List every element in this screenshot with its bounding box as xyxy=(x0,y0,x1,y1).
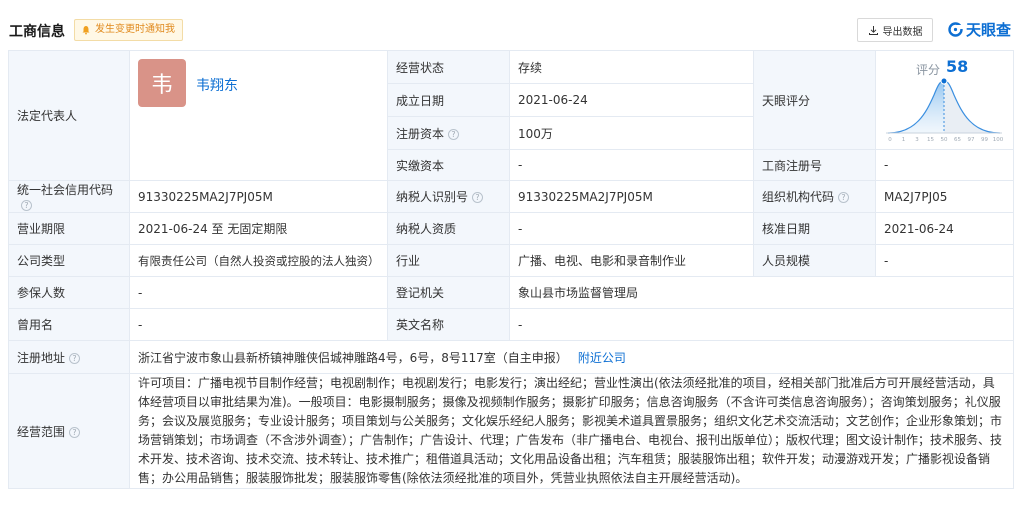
section-header: 工商信息 发生变更时通知我 导出数据 天眼查 xyxy=(0,0,1024,54)
avatar[interactable]: 韦 xyxy=(138,59,186,107)
established-value: 2021-06-24 xyxy=(509,83,754,117)
org-code-value: MA2J7PJ05 xyxy=(875,180,1014,213)
reg-capital-label-cell: 注册资本? xyxy=(387,116,510,150)
export-data-button[interactable]: 导出数据 xyxy=(857,18,933,42)
english-name-label: 英文名称 xyxy=(387,308,510,341)
score-tick-label: 1 xyxy=(902,137,906,143)
score-tick-label: 3 xyxy=(915,137,919,143)
industry-value: 广播、电视、电影和录音制作业 xyxy=(509,244,754,277)
bell-icon xyxy=(82,26,90,35)
taxpayer-id-label-cell: 纳税人识别号? xyxy=(387,180,510,213)
table-row: 法定代表人 韦 韦翔东 经营状态 存续 天眼评分 评分 58 0 1 3 15 … xyxy=(8,50,1014,181)
credit-code-label-cell: 统一社会信用代码? xyxy=(8,180,130,213)
biz-reg-no-label: 工商注册号 xyxy=(753,149,876,181)
org-code-label: 组织机构代码 xyxy=(762,190,835,204)
reg-capital-value: 100万 xyxy=(509,116,754,150)
question-icon[interactable]: ? xyxy=(838,192,850,203)
score-tick-label: 97 xyxy=(968,137,975,143)
company-type-value: 有限责任公司（自然人投资或控股的法人独资） xyxy=(129,244,388,277)
table-row: 营业期限 2021-06-24 至 无固定期限 纳税人资质 - 核准日期 202… xyxy=(8,212,1014,245)
notify-change-label: 发生变更时通知我 xyxy=(95,24,175,35)
industry-label: 行业 xyxy=(387,244,510,277)
term-label: 营业期限 xyxy=(8,212,130,245)
table-row: 注册地址? 浙江省宁波市象山县新桥镇神雕侠侣城神雕路4号，6号，8号117室（自… xyxy=(8,340,1014,374)
scope-value: 许可项目：广播电视节目制作经营；电视剧制作；电视剧发行；电影发行；演出经纪；营业… xyxy=(129,373,1014,489)
taxpayer-id-value: 91330225MA2J7PJ05M xyxy=(509,180,754,213)
address-cell: 浙江省宁波市象山县新桥镇神雕侠侣城神雕路4号，6号，8号117室（自主申报） 附近… xyxy=(129,340,1014,374)
download-icon xyxy=(868,25,878,35)
score-tick-label: 65 xyxy=(954,137,961,143)
term-value: 2021-06-24 至 无固定期限 xyxy=(129,212,388,245)
score-curve: 0 1 3 15 50 65 97 99 100 xyxy=(886,77,1004,143)
logo-text: 天眼查 xyxy=(966,21,1012,39)
question-icon[interactable]: ? xyxy=(21,200,32,211)
status-value: 存续 xyxy=(509,50,754,84)
legal-rep-label: 法定代表人 xyxy=(8,50,130,181)
taxpayer-id-label: 纳税人识别号 xyxy=(396,190,469,204)
score-tick-label: 15 xyxy=(927,137,934,143)
reg-authority-label: 登记机关 xyxy=(387,276,510,309)
former-name-label: 曾用名 xyxy=(8,308,130,341)
business-info-table: 法定代表人 韦 韦翔东 经营状态 存续 天眼评分 评分 58 0 1 3 15 … xyxy=(8,50,1014,489)
credit-code-value: 91330225MA2J7PJ05M xyxy=(129,180,388,213)
notify-change-button[interactable]: 发生变更时通知我 xyxy=(74,19,183,41)
score-tick-label: 100 xyxy=(993,137,1004,143)
scope-label-cell: 经营范围? xyxy=(8,373,130,489)
insured-label: 参保人数 xyxy=(8,276,130,309)
status-label: 经营状态 xyxy=(387,50,510,84)
approval-date-value: 2021-06-24 xyxy=(875,212,1014,245)
address-label-cell: 注册地址? xyxy=(8,340,130,374)
company-type-label: 公司类型 xyxy=(8,244,130,277)
score-tick-label: 50 xyxy=(941,137,948,143)
scope-label: 经营范围 xyxy=(17,424,66,439)
reg-authority-value: 象山县市场监督管理局 xyxy=(509,276,1014,309)
table-row: 参保人数 - 登记机关 象山县市场监督管理局 xyxy=(8,276,1014,309)
tianyancha-logo-icon xyxy=(948,22,963,37)
paid-capital-label: 实缴资本 xyxy=(387,149,510,181)
address-label: 注册地址 xyxy=(17,350,66,365)
question-icon[interactable]: ? xyxy=(69,352,81,364)
section-title: 工商信息 xyxy=(9,24,65,40)
nearby-companies-link[interactable]: 附近公司 xyxy=(578,351,626,365)
approval-date-label: 核准日期 xyxy=(753,212,876,245)
export-data-label: 导出数据 xyxy=(882,26,923,38)
former-name-value: - xyxy=(129,308,388,341)
org-code-label-cell: 组织机构代码? xyxy=(753,180,876,213)
table-row: 经营范围? 许可项目：广播电视节目制作经营；电视剧制作；电视剧发行；电影发行；演… xyxy=(8,373,1014,489)
established-label: 成立日期 xyxy=(387,83,510,117)
score-chart-cell[interactable]: 评分 58 0 1 3 15 50 65 97 99 100 xyxy=(875,50,1014,150)
legal-rep-name-link[interactable]: 韦翔东 xyxy=(196,75,238,95)
taxpayer-qual-label: 纳税人资质 xyxy=(387,212,510,245)
question-icon[interactable]: ? xyxy=(448,128,460,140)
tianyan-score-label: 天眼评分 xyxy=(753,50,876,150)
insured-value: - xyxy=(129,276,388,309)
score-chart: 评分 58 0 1 3 15 50 65 97 99 100 xyxy=(876,51,1012,145)
staff-size-label: 人员规模 xyxy=(753,244,876,277)
table-row: 统一社会信用代码? 91330225MA2J7PJ05M 纳税人识别号? 913… xyxy=(8,180,1014,213)
question-icon[interactable]: ? xyxy=(472,192,484,203)
question-icon[interactable]: ? xyxy=(69,426,81,438)
taxpayer-qual-value: - xyxy=(509,212,754,245)
score-tick-label: 0 xyxy=(888,137,892,143)
table-row: 曾用名 - 英文名称 - xyxy=(8,308,1014,341)
paid-capital-value: - xyxy=(509,149,754,181)
tianyancha-logo[interactable]: 天眼查 xyxy=(948,19,1011,40)
credit-code-label: 统一社会信用代码 xyxy=(17,183,114,197)
score-tick-label: 99 xyxy=(981,137,988,143)
biz-reg-no-value: - xyxy=(875,149,1014,181)
reg-capital-label: 注册资本 xyxy=(396,126,445,141)
staff-size-value: - xyxy=(875,244,1014,277)
table-row: 公司类型 有限责任公司（自然人投资或控股的法人独资） 行业 广播、电视、电影和录… xyxy=(8,244,1014,277)
legal-rep-cell: 韦 韦翔东 xyxy=(129,50,388,181)
address-value: 浙江省宁波市象山县新桥镇神雕侠侣城神雕路4号，6号，8号117室（自主申报） xyxy=(138,350,568,365)
english-name-value: - xyxy=(509,308,1014,341)
